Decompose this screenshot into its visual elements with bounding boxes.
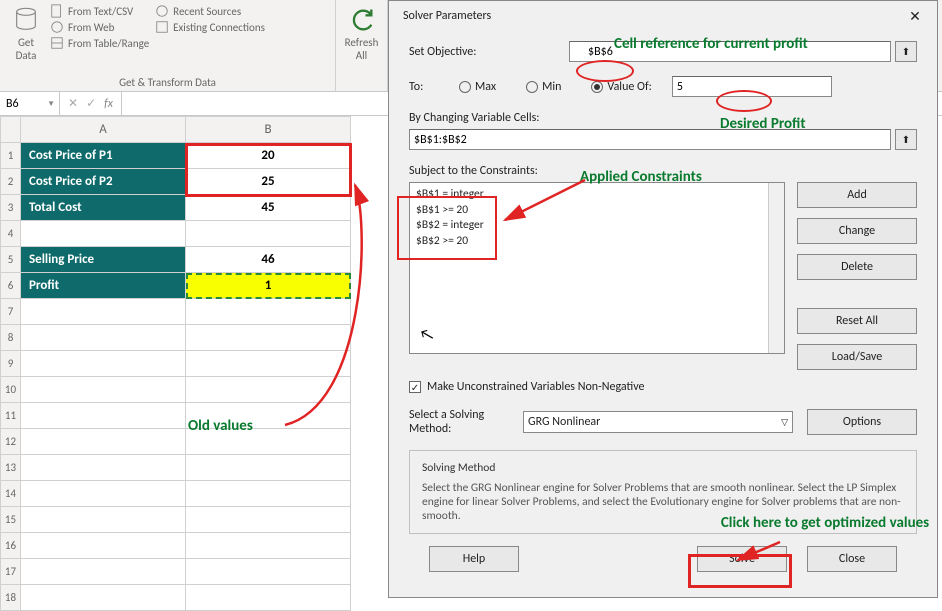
chevron-down-icon: ▽: [781, 417, 788, 428]
row-header[interactable]: 11: [1, 403, 21, 429]
row-header[interactable]: 16: [1, 533, 21, 559]
cell-b4[interactable]: [186, 221, 351, 247]
cell-a6[interactable]: Profit: [21, 273, 186, 299]
close-icon: ✕: [909, 8, 921, 25]
row-header[interactable]: 14: [1, 481, 21, 507]
confirm-icon[interactable]: ✓: [86, 96, 96, 111]
max-radio[interactable]: Max: [459, 80, 496, 94]
cell-b5[interactable]: 46: [186, 247, 351, 273]
cell-b3[interactable]: 45: [186, 195, 351, 221]
name-box[interactable]: B6▼: [0, 92, 60, 115]
close-button[interactable]: Close: [807, 546, 897, 572]
options-button[interactable]: Options: [807, 409, 917, 435]
dialog-title: Solver Parameters: [403, 9, 491, 23]
row-header[interactable]: 9: [1, 351, 21, 377]
row-header[interactable]: 3: [1, 195, 21, 221]
constraint-item[interactable]: $B$1 >= 20: [416, 203, 778, 219]
help-button[interactable]: Help: [429, 546, 519, 572]
value-of-input[interactable]: [672, 76, 832, 97]
scrollbar[interactable]: [768, 183, 784, 353]
radio-icon: [526, 81, 538, 93]
delete-button[interactable]: Delete: [797, 254, 917, 280]
cell-b2[interactable]: 25: [186, 169, 351, 195]
from-web-button[interactable]: From Web: [50, 20, 149, 34]
constraints-label: Subject to the Constraints:: [409, 164, 917, 178]
load-save-button[interactable]: Load/Save: [797, 344, 917, 370]
row-header[interactable]: 13: [1, 455, 21, 481]
from-text-button[interactable]: From Text/CSV: [50, 4, 149, 18]
range-picker-button[interactable]: ⬆: [895, 41, 917, 62]
database-icon: [12, 6, 40, 34]
method-description: Solving Method Select the GRG Nonlinear …: [409, 450, 917, 534]
cursor-icon: ↖: [417, 324, 436, 349]
cancel-icon[interactable]: ✕: [68, 96, 78, 111]
cell-b1[interactable]: 20: [186, 143, 351, 169]
row-header[interactable]: 7: [1, 299, 21, 325]
close-button[interactable]: ✕: [901, 2, 929, 30]
existing-connections-button[interactable]: Existing Connections: [155, 20, 265, 34]
col-header-b[interactable]: B: [186, 117, 351, 143]
cell-b6[interactable]: 1: [186, 273, 351, 299]
changing-cells-label: By Changing Variable Cells:: [409, 111, 917, 125]
range-picker-button[interactable]: ⬆: [895, 129, 917, 150]
row-header[interactable]: 15: [1, 507, 21, 533]
col-header-a[interactable]: A: [21, 117, 186, 143]
cell-a5[interactable]: Selling Price: [21, 247, 186, 273]
method-select[interactable]: GRG Nonlinear▽: [523, 411, 793, 433]
set-objective-input[interactable]: [569, 41, 891, 62]
set-objective-label: Set Objective:: [409, 45, 569, 59]
globe-icon: [50, 20, 64, 34]
refresh-icon: [348, 6, 376, 34]
row-header[interactable]: 5: [1, 247, 21, 273]
ribbon-group-label: Get & Transform Data: [8, 76, 327, 89]
row-header[interactable]: 6: [1, 273, 21, 299]
select-all-corner[interactable]: [1, 117, 21, 143]
min-radio[interactable]: Min: [526, 80, 561, 94]
radio-icon: [459, 81, 471, 93]
refresh-all-button[interactable]: Refresh All: [344, 4, 379, 64]
radio-icon: [591, 81, 603, 93]
table-icon: [50, 36, 64, 50]
row-header[interactable]: 18: [1, 585, 21, 611]
checkbox-icon: ✓: [409, 381, 421, 393]
cell-a4[interactable]: [21, 221, 186, 247]
add-button[interactable]: Add: [797, 182, 917, 208]
recent-sources-button[interactable]: Recent Sources: [155, 4, 265, 18]
reset-all-button[interactable]: Reset All: [797, 308, 917, 334]
change-button[interactable]: Change: [797, 218, 917, 244]
fx-icon[interactable]: fx: [104, 97, 113, 111]
row-header[interactable]: 1: [1, 143, 21, 169]
cell-a2[interactable]: Cost Price of P2: [21, 169, 186, 195]
solve-button[interactable]: Solve: [697, 546, 787, 572]
get-data-label: Get Data: [16, 36, 37, 62]
constraint-item[interactable]: $B$2 = integer: [416, 218, 778, 234]
value-of-radio[interactable]: Value Of:: [591, 80, 651, 94]
row-header[interactable]: 17: [1, 559, 21, 585]
file-icon: [50, 4, 64, 18]
get-data-button[interactable]: Get Data: [8, 4, 44, 64]
constraint-item[interactable]: $B$2 >= 20: [416, 234, 778, 250]
changing-cells-input[interactable]: [409, 129, 891, 150]
constraints-listbox[interactable]: $B$1 = integer $B$1 >= 20 $B$2 = integer…: [409, 182, 785, 354]
row-header[interactable]: 8: [1, 325, 21, 351]
chevron-down-icon: ▼: [47, 99, 59, 109]
solver-dialog: Solver Parameters ✕ Set Objective: ⬆ To:…: [388, 0, 938, 598]
cell-a3[interactable]: Total Cost: [21, 195, 186, 221]
non-negative-checkbox[interactable]: ✓ Make Unconstrained Variables Non-Negat…: [409, 380, 917, 394]
row-header[interactable]: 4: [1, 221, 21, 247]
cell-a1[interactable]: Cost Price of P1: [21, 143, 186, 169]
to-label: To:: [409, 80, 459, 94]
method-label: Select a Solving Method:: [409, 408, 509, 436]
from-table-button[interactable]: From Table/Range: [50, 36, 149, 50]
recent-icon: [155, 4, 169, 18]
row-header[interactable]: 12: [1, 429, 21, 455]
constraint-item[interactable]: $B$1 = integer: [416, 187, 778, 203]
row-header[interactable]: 10: [1, 377, 21, 403]
link-icon: [155, 20, 169, 34]
row-header[interactable]: 2: [1, 169, 21, 195]
